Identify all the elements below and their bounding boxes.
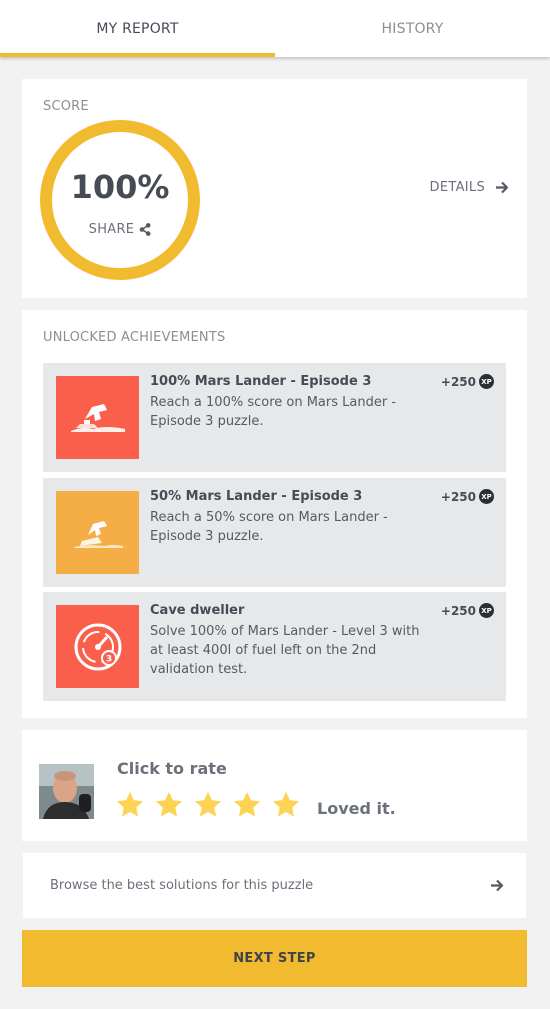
achievements-card: UNLOCKED ACHIEVEMENTS 100% Mars Lander -… bbox=[22, 310, 527, 718]
achievement-item: 3 Cave dweller Solve 100% of Mars Lander… bbox=[43, 592, 506, 701]
star-icon[interactable] bbox=[271, 790, 301, 820]
share-icon bbox=[140, 223, 151, 236]
achievement-xp: +250 XP bbox=[441, 489, 494, 504]
star-icon[interactable] bbox=[154, 790, 184, 820]
achievement-title: Cave dweller bbox=[150, 603, 245, 618]
tab-history[interactable]: HISTORY bbox=[275, 0, 550, 57]
score-card: SCORE 100% SHARE DETAILS bbox=[22, 79, 527, 298]
share-label: SHARE bbox=[88, 222, 135, 237]
mars-lander-icon bbox=[56, 376, 139, 459]
next-step-button[interactable]: NEXT STEP bbox=[22, 930, 527, 987]
report-tabs: MY REPORT HISTORY bbox=[0, 0, 550, 57]
achievements-label: UNLOCKED ACHIEVEMENTS bbox=[43, 330, 226, 345]
xp-value: +250 bbox=[440, 374, 476, 389]
score-value: 100% bbox=[70, 168, 170, 206]
xp-badge-icon: XP bbox=[479, 603, 494, 618]
achievement-title: 50% Mars Lander - Episode 3 bbox=[150, 489, 363, 504]
achievement-title: 100% Mars Lander - Episode 3 bbox=[150, 374, 372, 389]
achievement-description: Reach a 50% score on Mars Lander - Episo… bbox=[150, 510, 388, 544]
arrow-right-icon bbox=[491, 879, 504, 892]
star-icon[interactable] bbox=[193, 790, 223, 820]
xp-value: +250 bbox=[440, 603, 476, 618]
fuel-gauge-icon: 3 bbox=[56, 605, 139, 688]
achievement-item: 100% Mars Lander - Episode 3 Reach a 100… bbox=[43, 363, 506, 472]
achievement-item: 50% Mars Lander - Episode 3 Reach a 50% … bbox=[43, 478, 506, 587]
details-link[interactable]: DETAILS bbox=[430, 180, 509, 195]
star-icon[interactable] bbox=[115, 790, 145, 820]
browse-solutions-link[interactable]: Browse the best solutions for this puzzl… bbox=[23, 853, 526, 918]
achievement-xp: +250 XP bbox=[441, 374, 494, 389]
rate-title: Click to rate bbox=[117, 759, 227, 778]
achievement-xp: +250 XP bbox=[441, 603, 494, 618]
share-button[interactable]: SHARE bbox=[52, 222, 188, 237]
details-label: DETAILS bbox=[429, 180, 485, 195]
score-ring: 100% SHARE bbox=[40, 120, 200, 280]
xp-value: +250 bbox=[440, 489, 476, 504]
avatar bbox=[39, 764, 94, 819]
xp-badge-icon: XP bbox=[479, 489, 494, 504]
arrow-right-icon bbox=[496, 181, 509, 194]
svg-text:3: 3 bbox=[105, 654, 111, 664]
star-icon[interactable] bbox=[232, 790, 262, 820]
score-label: SCORE bbox=[43, 99, 89, 114]
rating-verdict: Loved it. bbox=[317, 799, 396, 818]
xp-badge-icon: XP bbox=[479, 374, 494, 389]
rating-card: Click to rate Loved it. bbox=[22, 730, 527, 841]
achievement-description: Reach a 100% score on Mars Lander - Epis… bbox=[150, 395, 397, 429]
tab-my-report[interactable]: MY REPORT bbox=[0, 0, 275, 57]
achievement-description: Solve 100% of Mars Lander - Level 3 with… bbox=[150, 624, 420, 677]
mars-lander-icon bbox=[56, 491, 139, 574]
browse-text: Browse the best solutions for this puzzl… bbox=[50, 878, 314, 893]
star-rating bbox=[115, 790, 301, 820]
